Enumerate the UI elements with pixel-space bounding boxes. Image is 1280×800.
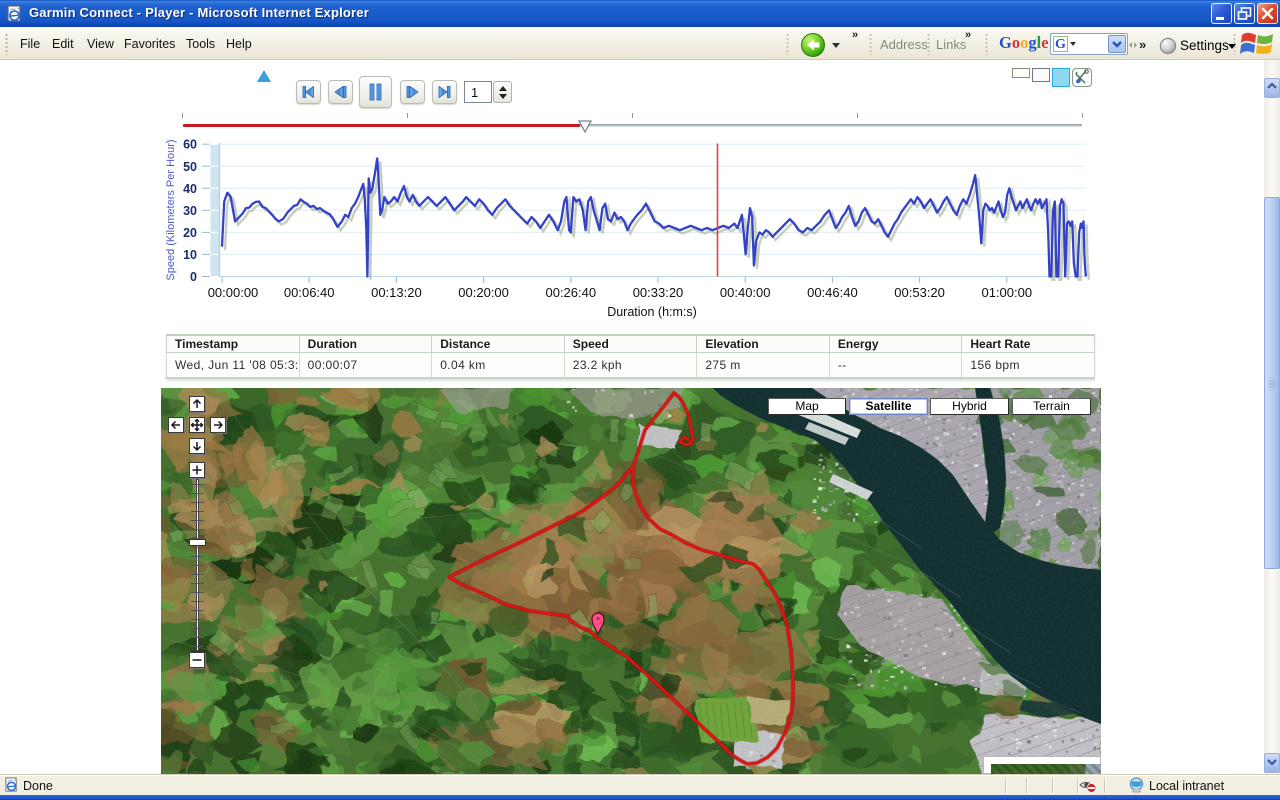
svg-text:0: 0 [190, 270, 197, 284]
svg-text:00:40:00: 00:40:00 [720, 285, 771, 300]
svg-text:Duration (h:m:s): Duration (h:m:s) [607, 305, 697, 319]
svg-text:00:00:00: 00:00:00 [208, 285, 259, 300]
svg-text:40: 40 [183, 182, 197, 196]
svg-text:Speed (Kilometers Per Hour): Speed (Kilometers Per Hour) [165, 139, 177, 280]
svg-text:00:33:20: 00:33:20 [633, 285, 684, 300]
svg-text:10: 10 [183, 248, 197, 262]
svg-text:00:53:20: 00:53:20 [894, 285, 945, 300]
svg-text:30: 30 [183, 204, 197, 218]
svg-text:00:06:40: 00:06:40 [284, 285, 335, 300]
svg-text:01:00:00: 01:00:00 [981, 285, 1032, 300]
svg-text:60: 60 [183, 138, 197, 152]
svg-text:00:13:20: 00:13:20 [371, 285, 422, 300]
svg-text:00:20:00: 00:20:00 [458, 285, 509, 300]
svg-text:00:26:40: 00:26:40 [545, 285, 596, 300]
svg-text:50: 50 [183, 160, 197, 174]
svg-text:20: 20 [183, 226, 197, 240]
svg-text:00:46:40: 00:46:40 [807, 285, 858, 300]
